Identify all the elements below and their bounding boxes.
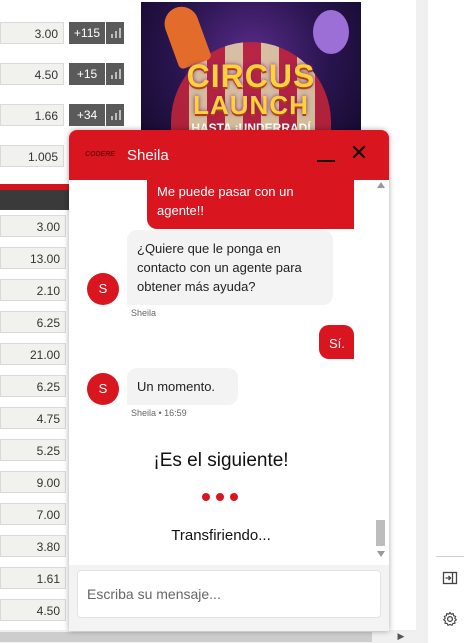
section-header	[0, 190, 70, 210]
outgoing-message: Sí.	[319, 325, 354, 359]
odds-row: 4.50 +15	[0, 63, 125, 89]
odd-value[interactable]: 13.00	[0, 247, 66, 269]
odd-value[interactable]: 5.25	[0, 439, 66, 461]
odd-value[interactable]: 4.75	[0, 407, 66, 429]
avatar: S	[87, 373, 119, 405]
incoming-message: Un momento.	[127, 368, 238, 405]
screen: { "odds": { "top_rows": [ {"value": "3.0…	[0, 0, 471, 643]
alien-graphic	[313, 10, 349, 54]
minimize-icon[interactable]	[317, 146, 335, 164]
odd-value[interactable]: 6.25	[0, 375, 66, 397]
scroll-right-arrow-icon[interactable]: ▶	[394, 630, 408, 643]
chat-scrollbar[interactable]	[373, 180, 389, 565]
message-meta: Sheila	[131, 308, 157, 318]
transfer-status: Transfiriendo...	[171, 527, 271, 544]
side-toolbar	[428, 0, 471, 643]
odd-value[interactable]: 1.61	[0, 567, 66, 589]
vertical-scrollbar[interactable]	[416, 0, 428, 630]
odd-value[interactable]: 1.66	[0, 104, 64, 126]
odds-row: 3.00 +115	[0, 22, 125, 48]
queue-status: ¡Es el siguiente!	[153, 450, 289, 471]
banner-title-line2: LAUNCH	[193, 90, 309, 120]
odd-value[interactable]: 4.50	[0, 63, 64, 85]
odd-value[interactable]: 21.00	[0, 343, 66, 365]
odd-value[interactable]: 3.00	[0, 215, 66, 237]
chat-scroll-thumb[interactable]	[376, 520, 385, 546]
close-icon[interactable]: ✕	[349, 142, 369, 164]
more-markets-button[interactable]: +15	[69, 63, 105, 85]
avatar: S	[87, 273, 119, 305]
odd-value[interactable]: 2.10	[0, 279, 66, 301]
stats-icon[interactable]	[106, 22, 124, 44]
message-input[interactable]	[77, 570, 381, 618]
composer	[69, 565, 389, 631]
incoming-message: ¿Quiere que le ponga en contacto con un …	[127, 230, 333, 305]
odd-value[interactable]: 3.80	[0, 535, 66, 557]
stats-icon[interactable]	[106, 104, 124, 126]
typing-indicator	[202, 493, 242, 503]
scroll-down-arrow-icon[interactable]	[377, 551, 385, 557]
outgoing-message: Me puede pasar con un agente!!	[147, 180, 354, 229]
message-list[interactable]: Me puede pasar con un agente!! ¿Quiere q…	[69, 180, 389, 565]
odd-value[interactable]: 9.00	[0, 471, 66, 493]
odd-value[interactable]: 1.005	[0, 145, 64, 167]
message-meta: Sheila • 16:59	[131, 408, 187, 418]
odd-value[interactable]: 3.00	[0, 22, 64, 44]
more-markets-button[interactable]: +115	[69, 22, 105, 44]
toolbar-divider	[436, 556, 464, 557]
gear-icon[interactable]	[440, 611, 460, 631]
horizontal-scroll-thumb[interactable]	[0, 632, 372, 642]
stats-icon[interactable]	[106, 63, 124, 85]
odd-value[interactable]: 4.50	[0, 599, 66, 621]
chat-header: CODERE Sheila ✕	[69, 130, 389, 180]
promo-banner[interactable]: CIRCUS LAUNCH HASTA ¡UNDERRADÍ	[141, 2, 361, 138]
odd-value[interactable]: 6.25	[0, 311, 66, 333]
agent-name: Sheila	[127, 147, 169, 164]
more-markets-button[interactable]: +34	[69, 104, 105, 126]
chat-widget: CODERE Sheila ✕ Me puede pasar con un ag…	[69, 130, 389, 631]
odd-value[interactable]: 7.00	[0, 503, 66, 525]
odds-row: 1.66 +34	[0, 104, 125, 130]
brand-logo: CODERE	[85, 151, 115, 158]
panel-toggle-icon[interactable]	[440, 570, 460, 590]
scroll-up-arrow-icon[interactable]	[377, 182, 385, 188]
